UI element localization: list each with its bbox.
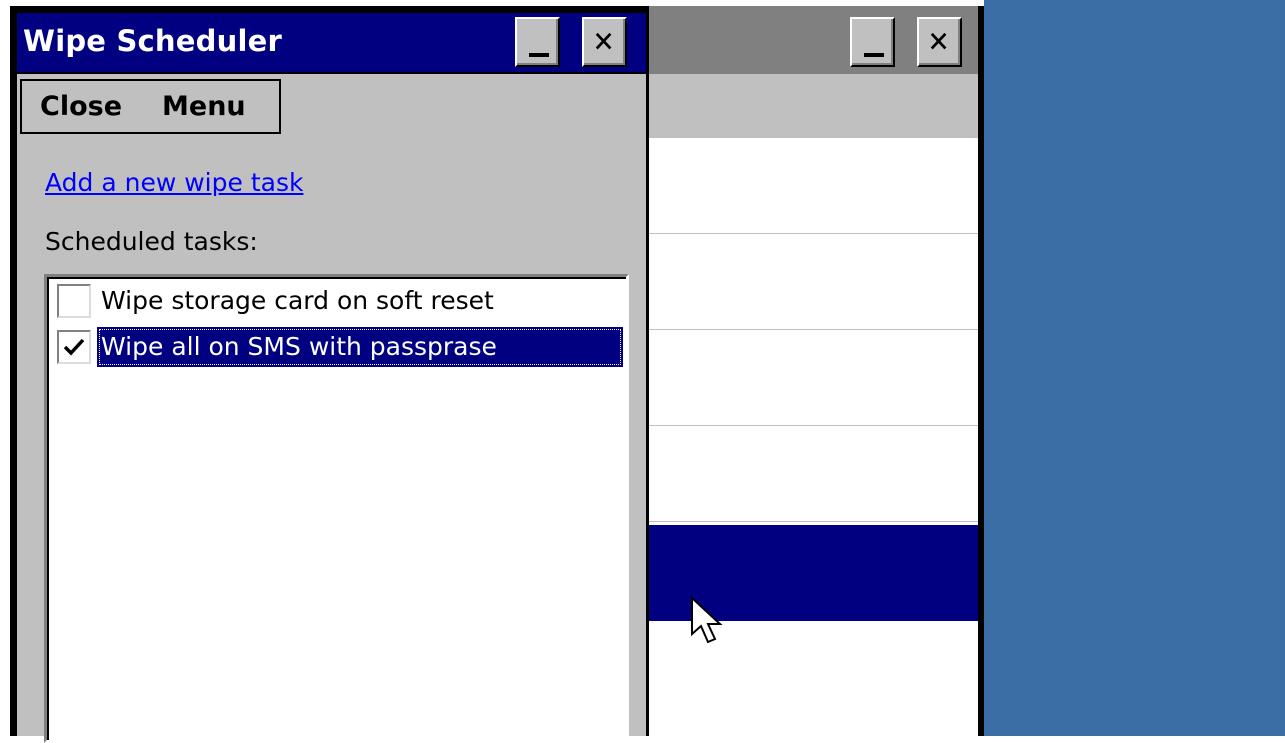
menu-menu-item[interactable]: Menu xyxy=(162,91,246,122)
background-list-row[interactable] xyxy=(649,234,978,330)
task-label[interactable]: Wipe storage card on soft reset xyxy=(97,281,498,321)
background-list-row[interactable] xyxy=(649,138,978,234)
background-list-row[interactable] xyxy=(649,330,978,426)
checkmark-icon xyxy=(63,338,85,356)
close-icon xyxy=(595,32,612,50)
background-window-toolbar xyxy=(649,74,978,138)
minimize-icon xyxy=(529,53,549,57)
desktop-background xyxy=(984,0,1285,736)
window-title: Wipe Scheduler xyxy=(23,24,282,58)
task-label[interactable]: Wipe all on SMS with passprase xyxy=(97,327,623,367)
background-window-titlebar[interactable] xyxy=(649,6,978,74)
title-bar[interactable]: Wipe Scheduler xyxy=(17,13,646,74)
close-window-button[interactable] xyxy=(582,17,627,67)
background-close-button[interactable] xyxy=(917,17,962,67)
background-list-row[interactable] xyxy=(649,426,978,522)
scheduled-tasks-list[interactable]: Wipe storage card on soft reset Wipe all… xyxy=(44,274,629,743)
task-item-selected[interactable]: Wipe all on SMS with passprase xyxy=(55,327,623,367)
wipe-scheduler-window: Wipe Scheduler Close Menu Add a new wipe… xyxy=(10,6,649,743)
menu-bar: Close Menu xyxy=(20,79,281,134)
add-new-wipe-task-link[interactable]: Add a new wipe task xyxy=(45,168,303,197)
close-icon xyxy=(930,32,947,50)
minimize-button[interactable] xyxy=(515,17,560,67)
background-minimize-button[interactable] xyxy=(850,17,895,67)
task-item[interactable]: Wipe storage card on soft reset xyxy=(55,281,623,321)
mouse-pointer-icon xyxy=(691,596,723,644)
scheduled-tasks-label: Scheduled tasks: xyxy=(45,227,258,256)
minimize-icon xyxy=(864,53,884,57)
task-checkbox-unchecked[interactable] xyxy=(57,284,91,318)
close-menu-item[interactable]: Close xyxy=(40,91,122,122)
task-checkbox-checked[interactable] xyxy=(57,330,91,364)
